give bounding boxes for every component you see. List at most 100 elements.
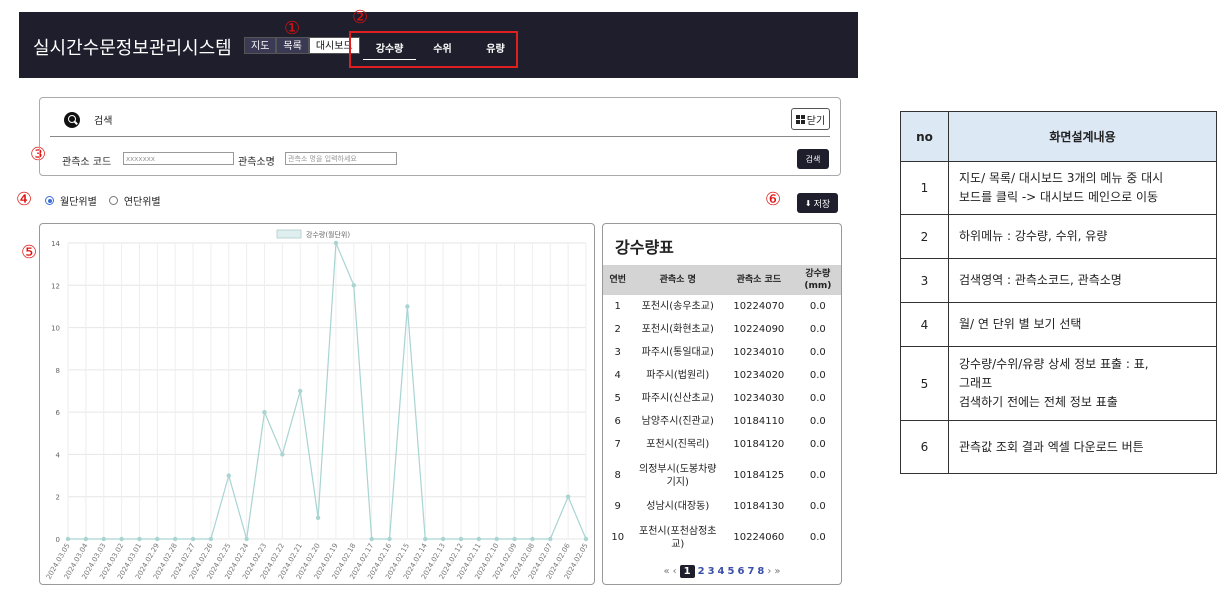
close-button[interactable]: 닫기: [791, 108, 830, 130]
page-1[interactable]: 1: [679, 565, 695, 578]
desc-row: 2 하위메뉴 : 강수량, 수위, 유량: [900, 214, 1217, 259]
data-point: [530, 536, 535, 542]
page-4[interactable]: 4: [718, 566, 725, 577]
table-cell: 10224090: [733, 324, 785, 335]
table-row: 6 남양주시(진관교) 10184110 0.0: [603, 410, 841, 433]
page-prev[interactable]: ‹: [673, 566, 677, 577]
table-cell: 포천시(진목리): [646, 439, 710, 450]
page-8[interactable]: 8: [757, 566, 764, 577]
col-station-name: 관측소 명: [632, 265, 724, 295]
table-cell: 성남시(대장동): [646, 501, 710, 512]
station-name-label: 관측소명: [238, 157, 275, 168]
table-cell: 10184110: [733, 416, 785, 427]
table-cell: 10234030: [733, 393, 785, 404]
desc-content: 관측값 조회 결과 엑셀 다운로드 버튼: [948, 420, 1217, 474]
subtab-rainfall[interactable]: 강수량: [363, 38, 416, 60]
rainfall-table: 연번 관측소 명 관측소 코드 강수량 (mm) 1 포천시(송우초교) 10224…: [603, 265, 841, 557]
col-rainfall: 강수량 (mm): [794, 265, 841, 295]
page-next[interactable]: ›: [767, 566, 771, 577]
y-tick-label: 4: [56, 451, 61, 459]
legend-swatch: [276, 229, 302, 239]
table-cell: 0.0: [809, 416, 826, 427]
desc-no: 5: [900, 346, 949, 421]
desc-line: 검색영역 : 관측소코드, 관측소명: [959, 273, 1122, 287]
data-point: [172, 536, 178, 542]
table-cell: 5: [614, 393, 621, 404]
tab-map[interactable]: 지도: [244, 37, 277, 54]
save-button[interactable]: ⬇ 저장: [797, 193, 838, 213]
close-label: 닫기: [806, 115, 826, 127]
download-icon: ⬇: [804, 198, 812, 208]
page-last[interactable]: »: [774, 566, 780, 577]
station-name-input[interactable]: 관측소 명을 입력하세요: [285, 152, 397, 165]
desc-line: 보드를 클릭 -> 대시보드 메인으로 이동: [959, 190, 1159, 204]
data-point: [405, 304, 410, 309]
desc-no: 1: [900, 161, 949, 215]
table-cell: 파주시(신산초교): [641, 393, 714, 404]
search-title: 검색: [94, 116, 113, 127]
rainfall-chart: 024681012142024.03.052024.03.042024.03.0…: [45, 229, 590, 581]
subtab-water-level[interactable]: 수위: [416, 38, 469, 60]
data-point: [101, 536, 106, 542]
subtab-flow[interactable]: 유량: [469, 38, 522, 60]
table-cell: 10: [611, 532, 625, 543]
radio-yearly-label: 연단위별: [123, 197, 161, 208]
desc-content: 월/ 연 단위 별 보기 선택: [948, 302, 1217, 347]
page-5[interactable]: 5: [728, 566, 735, 577]
radio-yearly[interactable]: [108, 196, 118, 205]
tab-list[interactable]: 목록: [276, 37, 309, 54]
data-point: [190, 536, 196, 542]
desc-no: 3: [900, 258, 949, 303]
table-cell: 10184130: [733, 501, 785, 512]
data-point: [83, 536, 89, 542]
y-tick-label: 6: [56, 409, 61, 417]
y-tick-label: 10: [51, 325, 60, 333]
table-cell: 10234010: [733, 347, 785, 358]
data-point: [65, 536, 71, 542]
desc-col-no: no: [900, 111, 949, 162]
search-button[interactable]: 검색: [797, 149, 829, 169]
page-3[interactable]: 3: [708, 566, 715, 577]
data-point: [512, 536, 517, 542]
col-seq: 연번: [603, 265, 633, 295]
table-row: 9 성남시(대장동) 10184130 0.0: [603, 495, 841, 518]
page-2[interactable]: 2: [698, 566, 705, 577]
table-cell: 10184125: [733, 470, 785, 481]
marker-1: ①: [284, 18, 301, 39]
page-7[interactable]: 7: [747, 566, 754, 577]
table-cell: 0.0: [809, 532, 826, 543]
app-title: 실시간수문정보관리시스템: [33, 38, 232, 59]
sub-nav: 강수량 수위 유량: [363, 38, 522, 60]
data-point: [119, 536, 124, 542]
search-panel: 검색 닫기 관측소 코드 xxxxxxx 관측소명 관측소 명을 입력하세요 검…: [39, 97, 841, 176]
data-point: [565, 494, 571, 499]
table-cell: 남양주시(진관교): [641, 416, 714, 427]
desc-content: 검색영역 : 관측소코드, 관측소명: [948, 258, 1217, 303]
page-6[interactable]: 6: [737, 566, 744, 577]
desc-line: 관측값 조회 결과 엑셀 다운로드 버튼: [959, 439, 1144, 454]
divider: [50, 136, 830, 137]
data-point: [137, 536, 142, 542]
data-point: [155, 536, 160, 542]
desc-line: 강수량/수위/유량 상세 정보 표출 : 표,: [959, 357, 1149, 371]
desc-line: 지도/ 목록/ 대시보드 3개의 메뉴 중 대시: [959, 171, 1164, 185]
data-point: [226, 473, 231, 478]
table-cell: 10184120: [733, 439, 785, 450]
data-point: [548, 536, 553, 542]
table-cell: 8: [614, 470, 621, 481]
table-cell: 파주시(법원리): [646, 370, 710, 381]
search-icon: [64, 112, 80, 128]
table-cell: 포천시(포천삼정초교): [639, 525, 717, 550]
page-first[interactable]: «: [664, 566, 670, 577]
station-code-label: 관측소 코드: [62, 157, 112, 168]
station-code-input[interactable]: xxxxxxx: [123, 152, 234, 165]
table-cell: 9: [614, 501, 621, 512]
rainfall-chart-panel: 0 2 4 6 8 10 12 14 2024.03.05 2024.03.04 2024.03.0…: [39, 223, 595, 585]
y-tick-label: 0: [56, 536, 60, 544]
table-cell: 0.0: [809, 470, 826, 481]
desc-row: 1 지도/ 목록/ 대시보드 3개의 메뉴 중 대시보드를 클릭 -> 대시보드 …: [900, 161, 1217, 215]
desc-line: 검색하기 전에는 전체 정보 표출: [959, 395, 1118, 409]
radio-monthly[interactable]: [45, 196, 54, 205]
table-cell: 4: [614, 370, 621, 381]
table-cell: 10234020: [733, 370, 785, 381]
